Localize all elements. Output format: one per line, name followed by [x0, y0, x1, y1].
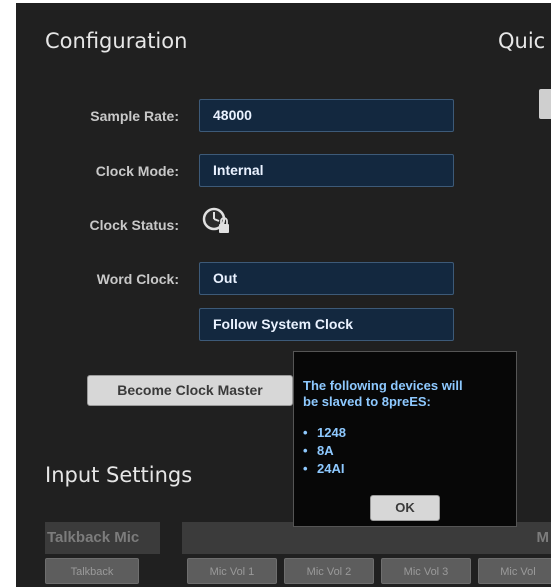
- clock-mode-field[interactable]: Internal: [199, 154, 454, 187]
- configuration-title: Configuration: [45, 29, 188, 53]
- clock-status-label: Clock Status:: [89, 217, 179, 233]
- device-list-item: • 1248: [303, 425, 346, 440]
- quick-button[interactable]: [539, 89, 551, 119]
- word-clock-label: Word Clock:: [96, 271, 179, 287]
- mic-vol-4-button[interactable]: Mic Vol: [478, 558, 551, 584]
- dialog-message-line1: The following devices will: [303, 378, 463, 393]
- quick-section-title: Quic: [498, 29, 546, 53]
- device-list-item: • 24AI: [303, 461, 345, 476]
- slave-devices-dialog: The following devices will be slaved to …: [293, 351, 517, 527]
- mic-vol-2-button[interactable]: Mic Vol 2: [284, 558, 374, 584]
- mic-vol-3-button[interactable]: Mic Vol 3: [381, 558, 471, 584]
- sample-rate-field[interactable]: 48000: [199, 99, 454, 132]
- follow-system-clock-field[interactable]: Follow System Clock: [199, 308, 454, 341]
- clock-lock-icon: [202, 207, 232, 235]
- sample-rate-label: Sample Rate:: [90, 108, 179, 124]
- dialog-message-line2: be slaved to 8preES:: [303, 394, 431, 409]
- mic-vol-1-button[interactable]: Mic Vol 1: [187, 558, 277, 584]
- talkback-button[interactable]: Talkback: [45, 558, 139, 584]
- clock-mode-label: Clock Mode:: [95, 163, 179, 179]
- become-clock-master-button[interactable]: Become Clock Master: [87, 375, 293, 406]
- device-list-item: • 8A: [303, 443, 334, 458]
- word-clock-field[interactable]: Out: [199, 262, 454, 295]
- talkback-mic-header: Talkback Mic: [45, 522, 160, 554]
- configuration-panel: Configuration Quic Sample Rate: 48000 Cl…: [16, 3, 551, 587]
- ok-button[interactable]: OK: [370, 495, 440, 521]
- input-settings-title: Input Settings: [45, 463, 193, 487]
